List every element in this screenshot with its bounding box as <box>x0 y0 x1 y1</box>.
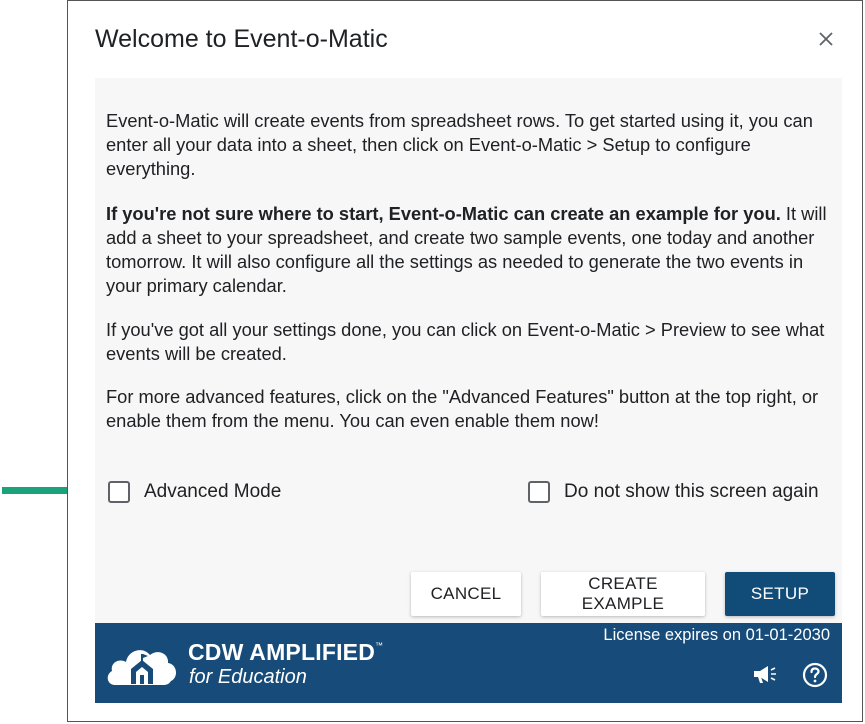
help-icon[interactable] <box>802 662 828 688</box>
advanced-mode-label: Advanced Mode <box>144 481 282 502</box>
advanced-mode-option[interactable]: Advanced Mode <box>108 479 281 505</box>
setup-button[interactable]: SETUP <box>725 572 835 616</box>
brand-name: CDW AMPLIFIED™ <box>188 639 383 666</box>
dont-show-again-checkbox[interactable] <box>528 481 550 503</box>
intro-paragraph: Event-o-Matic will create events from sp… <box>106 110 813 179</box>
advanced-paragraph: For more advanced features, click on the… <box>106 386 819 431</box>
close-button[interactable] <box>814 27 838 51</box>
dont-show-again-label: Do not show this screen again <box>564 481 819 502</box>
cancel-button[interactable]: CANCEL <box>411 572 521 616</box>
megaphone-icon[interactable] <box>751 663 777 685</box>
brand-subtitle: for Education <box>189 666 307 688</box>
license-expiry-text: License expires on 01-01-2030 <box>603 626 830 644</box>
example-paragraph-bold: If you're not sure where to start, Event… <box>106 203 781 224</box>
create-example-button[interactable]: CREATE EXAMPLE <box>541 572 705 616</box>
welcome-dialog: Welcome to Event-o-Matic Event-o-Matic w… <box>67 0 863 722</box>
brand-name-text: CDW AMPLIFIED <box>188 639 376 665</box>
close-icon <box>819 32 833 46</box>
footer-banner: CDW AMPLIFIED™ for Education License exp… <box>95 623 842 703</box>
dont-show-again-option[interactable]: Do not show this screen again <box>528 479 819 505</box>
example-paragraph: If you're not sure where to start, Event… <box>106 202 841 298</box>
dialog-title: Welcome to Event-o-Matic <box>95 25 388 53</box>
brand-trademark: ™ <box>375 641 384 650</box>
cdw-cloud-schoolhouse-logo-icon <box>107 650 177 685</box>
advanced-mode-checkbox[interactable] <box>108 481 130 503</box>
preview-paragraph: If you've got all your settings done, yo… <box>106 319 825 364</box>
dialog-content: Event-o-Matic will create events from sp… <box>95 78 842 623</box>
